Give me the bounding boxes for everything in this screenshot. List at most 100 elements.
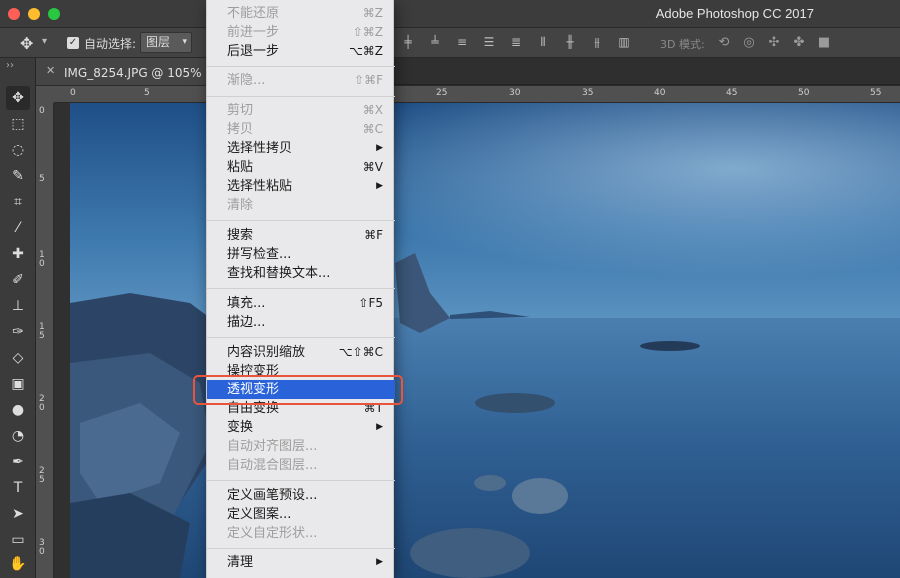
menu-item-copy[interactable]: 拷贝 ⌘C	[207, 120, 395, 139]
type-tool-icon[interactable]: T	[6, 476, 30, 500]
menu-item-find-replace-text[interactable]: 查找和替换文本...	[207, 264, 395, 283]
healing-brush-tool-icon[interactable]: ✚	[6, 242, 30, 266]
annotation-highlight-box	[193, 375, 403, 405]
document-tab-name: IMG_8254.JPG @ 105% (图	[64, 66, 223, 80]
clone-stamp-tool-icon[interactable]: ⊥	[6, 294, 30, 318]
menu-item-auto-align-layers[interactable]: 自动对齐图层...	[207, 437, 395, 456]
submenu-arrow-icon: ▶	[376, 143, 383, 153]
blur-tool-icon[interactable]: ●	[6, 398, 30, 422]
auto-select-target-dropdown[interactable]: 图层 ▾	[140, 32, 192, 53]
dodge-tool-icon[interactable]: ◔	[6, 424, 30, 448]
menu-item-auto-blend-layers[interactable]: 自动混合图层...	[207, 456, 395, 475]
auto-select-checkbox[interactable]: ✓	[67, 37, 79, 49]
eraser-tool-icon[interactable]: ◇	[6, 346, 30, 370]
ruler-origin[interactable]	[36, 86, 54, 103]
ruler-tick: 35	[582, 88, 594, 98]
distribute-top-icon[interactable]: ≡	[454, 35, 470, 51]
auto-select-target-value: 图层	[146, 35, 171, 49]
seascape-image	[70, 103, 900, 578]
auto-select-label: 自动选择:	[84, 37, 137, 51]
history-brush-tool-icon[interactable]: ✑	[6, 320, 30, 344]
pen-tool-icon[interactable]: ✒	[6, 450, 30, 474]
document-canvas[interactable]	[54, 103, 900, 578]
ruler-tick: 55	[870, 88, 882, 98]
brush-tool-icon[interactable]: ✐	[6, 268, 30, 292]
auto-align-layers-icon[interactable]: ▥	[616, 35, 632, 51]
ruler-tick: 2 5	[39, 466, 45, 485]
align-bottom-edges-icon[interactable]: ╧	[427, 35, 443, 51]
menu-item-paste[interactable]: 粘贴 ⌘V	[207, 158, 395, 177]
menu-item-search[interactable]: 搜索 ⌘F	[207, 226, 395, 245]
vertical-ruler[interactable]: 0 5 1 0 1 5 2 0 2 5 3 0	[36, 103, 54, 578]
align-vertical-centers-icon[interactable]: ╪	[400, 35, 416, 51]
menu-item-define-pattern[interactable]: 定义图案...	[207, 505, 395, 524]
mode-3d-label: 3D 模式:	[660, 38, 705, 51]
menu-item-purge[interactable]: 清理 ▶	[207, 553, 395, 572]
lasso-tool-icon[interactable]: ◌	[6, 138, 30, 162]
distribute-left-icon[interactable]: ⫴	[535, 35, 551, 51]
ruler-tick: 30	[509, 88, 521, 98]
app-title: Adobe Photoshop CC 2017	[655, 6, 814, 21]
menu-item-define-brush-preset[interactable]: 定义画笔预设...	[207, 486, 395, 505]
marquee-tool-icon[interactable]: ⬚	[6, 112, 30, 136]
menu-item-cut[interactable]: 剪切 ⌘X	[207, 101, 395, 120]
menu-item-step-forward[interactable]: 前进一步 ⇧⌘Z	[207, 23, 395, 42]
distribute-vertical-centers-icon[interactable]: ☰	[481, 35, 497, 51]
3d-rotate-icon[interactable]: ⟲	[716, 35, 732, 51]
menu-item-step-backward[interactable]: 后退一步 ⌥⌘Z	[207, 42, 395, 61]
quick-selection-tool-icon[interactable]: ✎	[6, 164, 30, 188]
seascape-photo	[70, 103, 900, 578]
3d-slide-icon[interactable]: ✤	[791, 35, 807, 51]
move-tool-icon[interactable]: ✥	[6, 86, 30, 110]
crop-tool-icon[interactable]: ⌗	[6, 190, 30, 214]
horizontal-ruler[interactable]: 0 5 25 30 35 40 45 50 55	[54, 86, 900, 103]
ruler-tick: 1 5	[39, 322, 45, 341]
3d-scale-icon[interactable]: ■	[816, 35, 832, 51]
tools-panel: ›› ✥ ⬚ ◌ ✎ ⌗ ⁄ ✚ ✐ ⊥ ✑ ◇ ▣ ● ◔ ✒ T ➤ ▭ ✋	[0, 58, 36, 578]
menu-item-transform[interactable]: 变换 ▶	[207, 418, 395, 437]
ruler-tick: 25	[436, 88, 448, 98]
path-selection-tool-icon[interactable]: ➤	[6, 502, 30, 526]
submenu-arrow-icon: ▶	[376, 557, 383, 567]
menu-item-check-spelling[interactable]: 拼写检查...	[207, 245, 395, 264]
menu-separator	[207, 288, 395, 289]
gradient-tool-icon[interactable]: ▣	[6, 372, 30, 396]
hand-tool-icon[interactable]: ✋	[6, 552, 30, 576]
close-window-button[interactable]	[8, 8, 20, 20]
menu-item-stroke[interactable]: 描边...	[207, 313, 395, 332]
menu-item-copy-special[interactable]: 选择性拷贝 ▶	[207, 139, 395, 158]
ruler-tick: 5	[144, 88, 150, 98]
menu-separator	[207, 96, 395, 97]
ruler-tick: 0	[70, 88, 76, 98]
tool-preset-caret-icon[interactable]: ▾	[42, 36, 47, 47]
rectangle-tool-icon[interactable]: ▭	[6, 528, 30, 552]
eyedropper-tool-icon[interactable]: ⁄	[6, 216, 30, 240]
align-distribute-buttons: ╪ ╧ ≡ ☰ ≣ ⫴ ╫ ⫵ ▥	[400, 35, 632, 51]
3d-pan-icon[interactable]: ✣	[766, 35, 782, 51]
menu-item-content-aware-scale[interactable]: 内容识别缩放 ⌥⇧⌘C	[207, 343, 395, 362]
menu-item-clear[interactable]: 清除	[207, 196, 395, 215]
menu-separator	[207, 337, 395, 338]
options-bar: ✥ ▾ ✓ 自动选择: 图层 ▾ ╪ ╧ ≡ ☰ ≣ ⫴ ╫ ⫵ ▥ 3D 模式…	[0, 28, 900, 58]
menu-item-paste-special[interactable]: 选择性粘贴 ▶	[207, 177, 395, 196]
3d-roll-icon[interactable]: ◎	[741, 35, 757, 51]
ruler-tick: 0	[39, 106, 45, 116]
menu-separator	[207, 480, 395, 481]
menu-item-define-custom-shape[interactable]: 定义自定形状...	[207, 524, 395, 543]
document-tab-bar: ✕ IMG_8254.JPG @ 105% (图	[36, 58, 900, 85]
distribute-right-icon[interactable]: ⫵	[589, 35, 605, 51]
menu-item-fade[interactable]: 渐隐... ⇧⌘F	[207, 71, 395, 90]
ruler-tick: 40	[654, 88, 666, 98]
menu-item-fill[interactable]: 填充... ⇧F5	[207, 294, 395, 313]
move-tool-icon[interactable]: ✥	[20, 34, 33, 53]
close-icon[interactable]: ✕	[46, 64, 55, 77]
menu-item-undo[interactable]: 不能还原 ⌘Z	[207, 4, 395, 23]
menu-separator	[207, 66, 395, 67]
ruler-tick: 2 0	[39, 394, 45, 413]
distribute-horizontal-centers-icon[interactable]: ╫	[562, 35, 578, 51]
document-tab[interactable]: ✕ IMG_8254.JPG @ 105% (图	[36, 58, 222, 85]
minimize-window-button[interactable]	[28, 8, 40, 20]
distribute-bottom-icon[interactable]: ≣	[508, 35, 524, 51]
panel-collapse-icon[interactable]: ››	[6, 60, 14, 71]
zoom-window-button[interactable]	[48, 8, 60, 20]
